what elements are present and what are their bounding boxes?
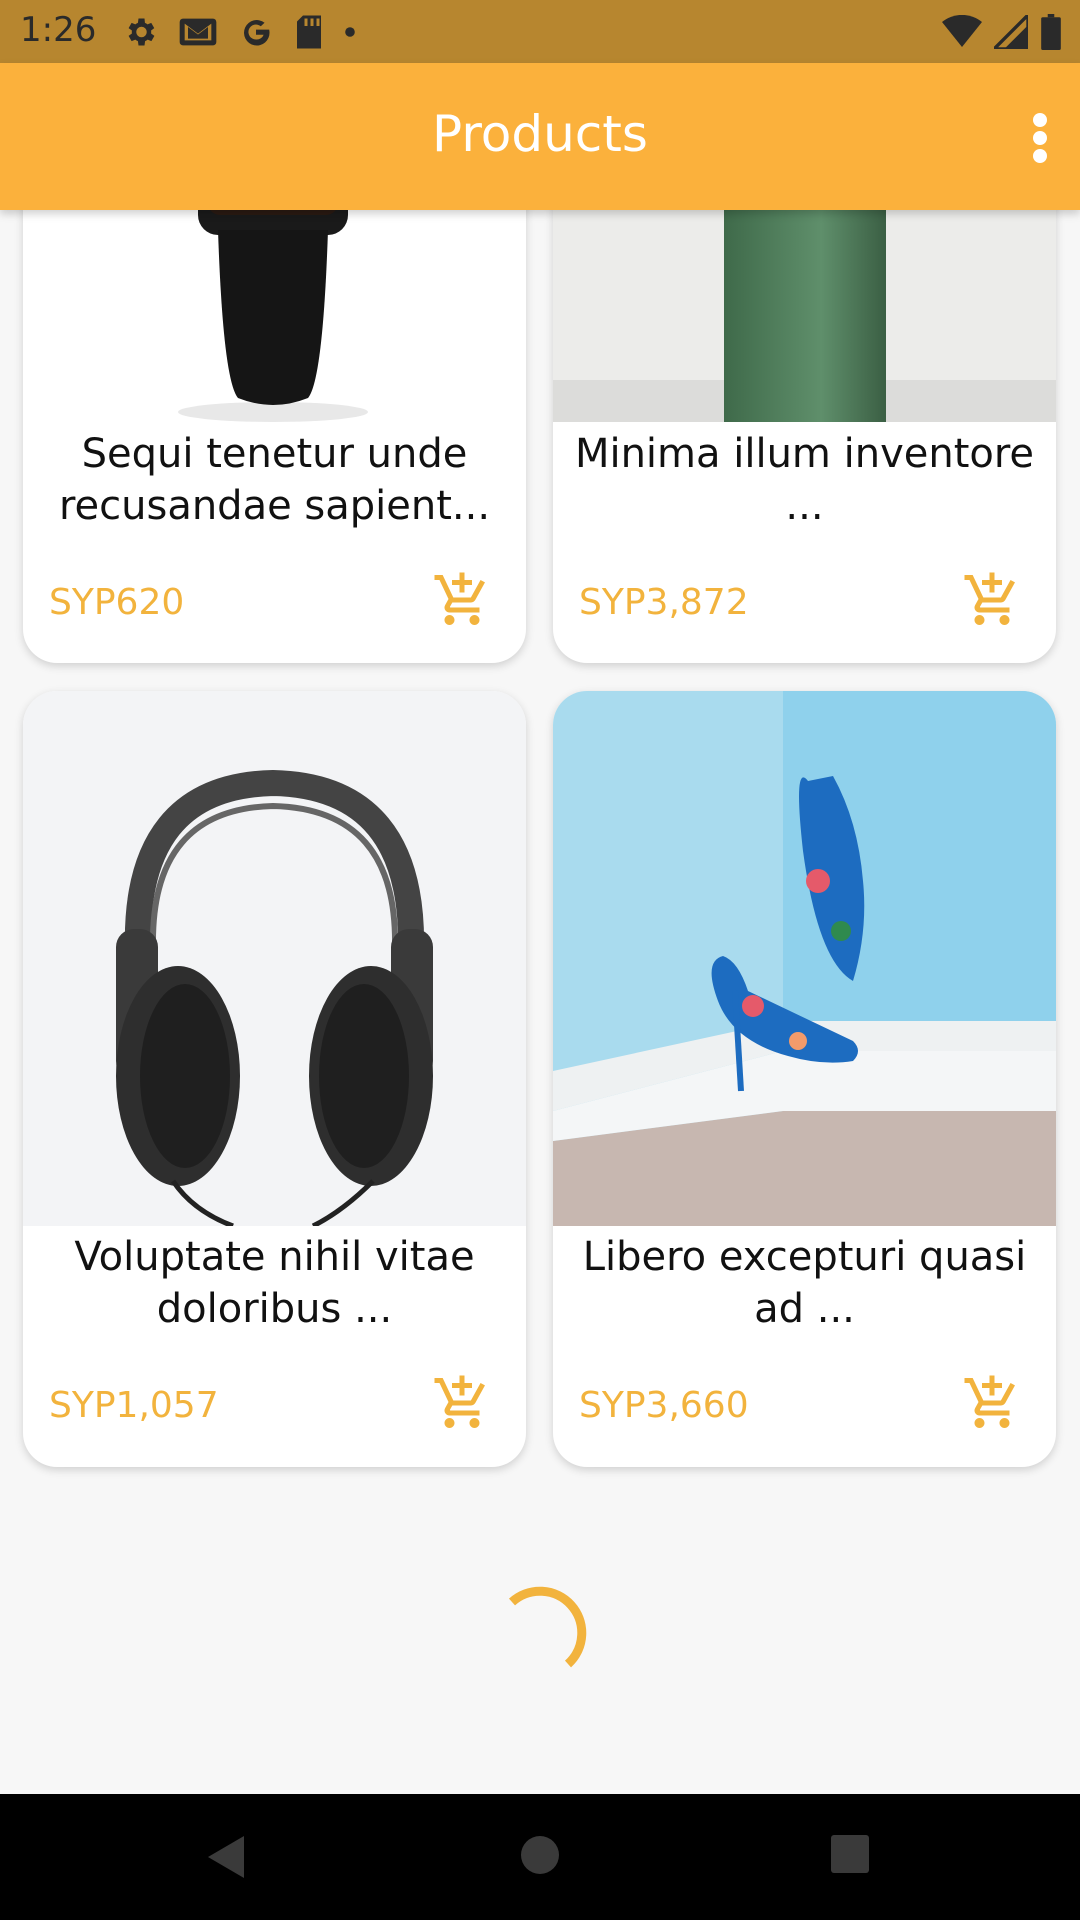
product-price: SYP1,057 (49, 1385, 219, 1426)
product-image-high-heel-shoes (553, 691, 1056, 1226)
product-title: Minima illum inventore ... (574, 431, 1035, 529)
page-title: Products (432, 105, 648, 163)
more-options-button[interactable] (1014, 103, 1064, 173)
status-bar: 1:26 (0, 0, 1080, 63)
product-price: SYP3,872 (579, 582, 749, 623)
product-price: SYP620 (49, 582, 185, 623)
google-icon (244, 20, 270, 46)
product-price: SYP3,660 (579, 1385, 749, 1426)
add-to-cart-button[interactable] (962, 1373, 1022, 1433)
add-shopping-cart-icon (964, 1375, 1015, 1428)
status-time: 1:26 (20, 10, 97, 50)
back-icon (208, 1836, 244, 1878)
add-shopping-cart-icon (434, 1375, 485, 1428)
product-card[interactable]: Libero excepturi quasi ad ... SYP3,660 (553, 691, 1056, 1467)
recents-icon (831, 1835, 869, 1873)
product-title: Libero excepturi quasi ad ... (582, 1234, 1027, 1332)
app-bar: Products (0, 63, 1080, 210)
nav-home-button[interactable] (519, 1834, 579, 1894)
status-icons-right (942, 12, 1062, 52)
product-card[interactable]: Sequi tenetur unde recusandae sapient...… (23, 150, 526, 663)
add-to-cart-button[interactable] (432, 1373, 492, 1433)
navigation-bar (0, 1794, 1080, 1920)
nav-back-button[interactable] (206, 1834, 266, 1894)
wifi-icon (942, 15, 982, 47)
product-title: Sequi tenetur unde recusandae sapient... (58, 431, 491, 529)
nav-recents-button[interactable] (830, 1834, 890, 1894)
battery-icon (1041, 14, 1061, 50)
product-title: Voluptate nihil vitae doloribus ... (74, 1234, 475, 1332)
add-to-cart-button[interactable] (432, 570, 492, 630)
dot-icon (345, 27, 355, 37)
cell-signal-icon (994, 15, 1028, 49)
product-image-headphones (23, 691, 526, 1226)
loading-spinner (508, 1586, 587, 1668)
add-shopping-cart-icon (964, 572, 1015, 625)
status-icons-left (122, 12, 356, 52)
add-shopping-cart-icon (434, 572, 485, 625)
gmail-icon (179, 18, 217, 46)
settings-icon (128, 18, 155, 46)
add-to-cart-button[interactable] (962, 570, 1022, 630)
product-card[interactable]: Minima illum inventore ... SYP3,872 (553, 150, 1056, 663)
home-icon (521, 1836, 559, 1874)
product-card[interactable]: Voluptate nihil vitae doloribus ... SYP1… (23, 691, 526, 1467)
sd-card-icon (297, 15, 321, 49)
